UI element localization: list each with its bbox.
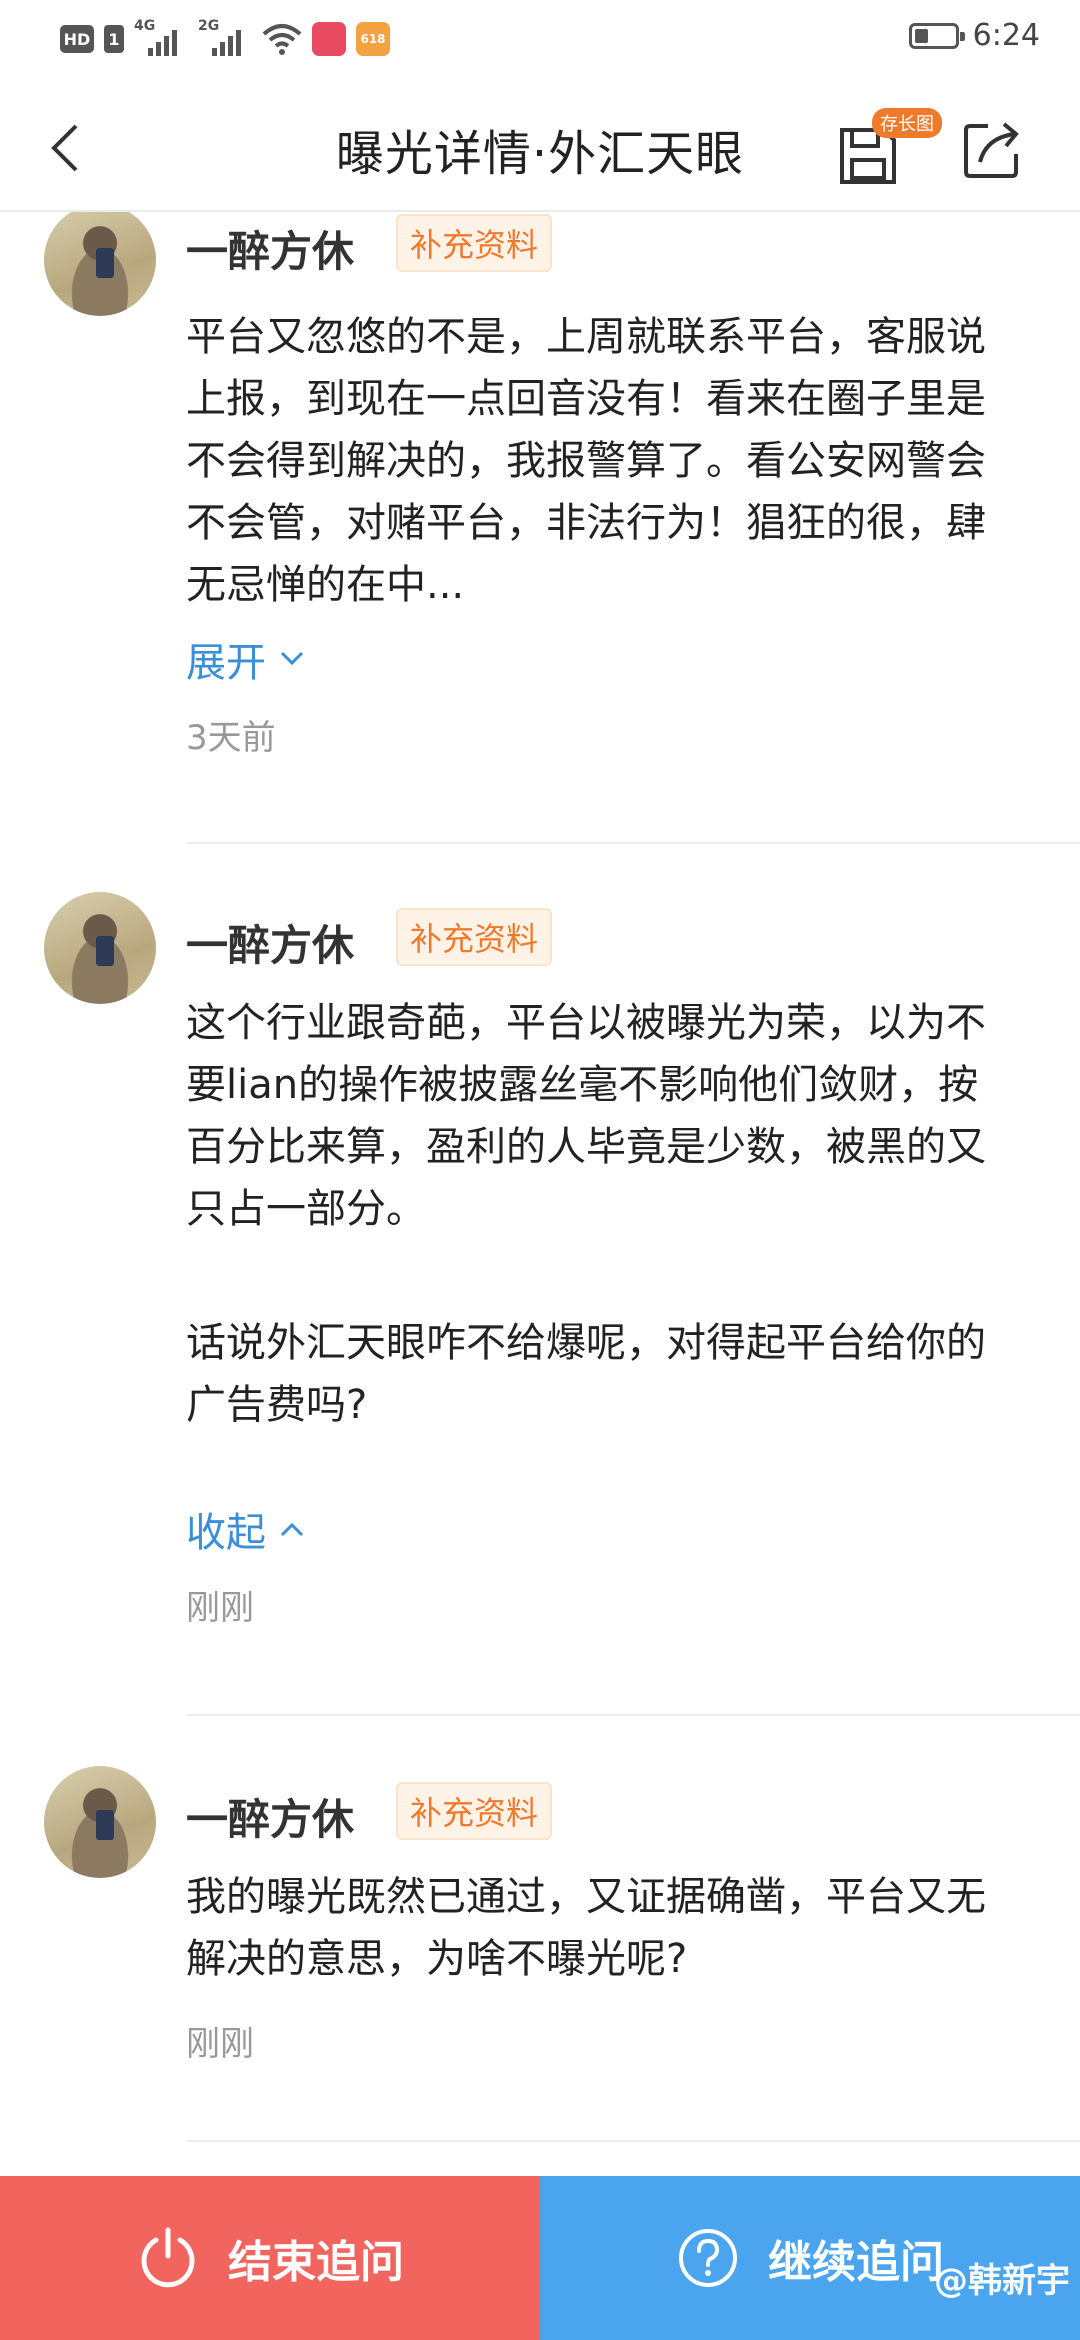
username[interactable]: 一醉方休 bbox=[186, 218, 354, 279]
share-button[interactable] bbox=[960, 118, 1024, 182]
comment-text-continued: 话说外汇天眼咋不给爆呢，对得起平台给你的广告费吗? bbox=[186, 1320, 986, 1428]
status-icons-left: HD 1 4G 2G 618 bbox=[60, 18, 390, 56]
avatar[interactable] bbox=[44, 1766, 156, 1878]
clock: 6:24 bbox=[972, 18, 1040, 53]
sim-icon: 1 bbox=[104, 25, 124, 53]
expand-toggle[interactable]: 展开 bbox=[186, 630, 306, 688]
avatar[interactable] bbox=[44, 212, 156, 316]
username[interactable]: 一醉方休 bbox=[186, 1786, 354, 1847]
power-icon bbox=[141, 2227, 195, 2288]
comment-text: 这个行业跟奇葩，平台以被曝光为荣，以为不要lian的操作被披露丝毫不影响他们敛财… bbox=[186, 1000, 986, 1232]
save-long-image-button[interactable]: 存长图 bbox=[836, 108, 942, 194]
end-followup-button[interactable]: 结束追问 bbox=[0, 2176, 540, 2340]
divider bbox=[186, 1714, 1080, 1716]
chevron-up-icon bbox=[280, 1522, 304, 1537]
watermark: @韩新宇 bbox=[934, 2261, 1070, 2301]
hd-icon: HD bbox=[60, 25, 94, 53]
supplement-tag: 补充资料 bbox=[396, 1782, 553, 1840]
comment-text: 我的曝光既然已通过，又证据确凿，平台又无解决的意思，为啥不曝光呢? bbox=[186, 1874, 986, 1982]
comment-time: 刚刚 bbox=[186, 1588, 254, 1628]
supplement-tag: 补充资料 bbox=[396, 908, 553, 966]
avatar[interactable] bbox=[44, 892, 156, 1004]
chevron-down-icon bbox=[280, 651, 304, 666]
comment-list[interactable]: 一醉方休 补充资料 平台又忽悠的不是，上周就联系平台，客服说上报，到现在一点回音… bbox=[0, 212, 1080, 2176]
continue-followup-button[interactable]: 继续追问 @韩新宇 bbox=[540, 2176, 1080, 2340]
signal-4g-icon: 4G bbox=[134, 18, 188, 56]
signal-2g-icon: 2G bbox=[198, 18, 252, 56]
notification-app-icon bbox=[312, 22, 346, 56]
comment-time: 刚刚 bbox=[186, 2024, 254, 2064]
wifi-icon bbox=[262, 24, 302, 55]
bottom-action-bar: 结束追问 继续追问 @韩新宇 bbox=[0, 2176, 1080, 2340]
shopping-app-icon: 618 bbox=[356, 22, 390, 56]
continue-followup-label: 继续追问 bbox=[768, 2237, 944, 2288]
divider bbox=[186, 842, 1080, 844]
divider bbox=[186, 2140, 1080, 2142]
collapse-toggle[interactable]: 收起 bbox=[186, 1500, 306, 1558]
expand-label: 展开 bbox=[186, 640, 266, 686]
end-followup-label: 结束追问 bbox=[228, 2237, 404, 2288]
share-icon bbox=[964, 122, 1019, 178]
status-icons-right: 6:24 bbox=[908, 18, 1040, 53]
top-nav-bar: 曝光详情·外汇天眼 存长图 bbox=[0, 84, 1080, 212]
collapse-label: 收起 bbox=[186, 1510, 266, 1556]
username[interactable]: 一醉方休 bbox=[186, 912, 354, 973]
supplement-tag: 补充资料 bbox=[396, 214, 553, 272]
status-bar: HD 1 4G 2G 618 6:24 bbox=[0, 0, 1080, 84]
save-long-image-badge: 存长图 bbox=[872, 108, 942, 138]
battery-icon bbox=[908, 22, 965, 49]
comment-time: 3天前 bbox=[186, 718, 276, 758]
question-icon bbox=[679, 2229, 737, 2287]
comment-text: 平台又忽悠的不是，上周就联系平台，客服说上报，到现在一点回音没有！看来在圈子里是… bbox=[186, 314, 986, 608]
